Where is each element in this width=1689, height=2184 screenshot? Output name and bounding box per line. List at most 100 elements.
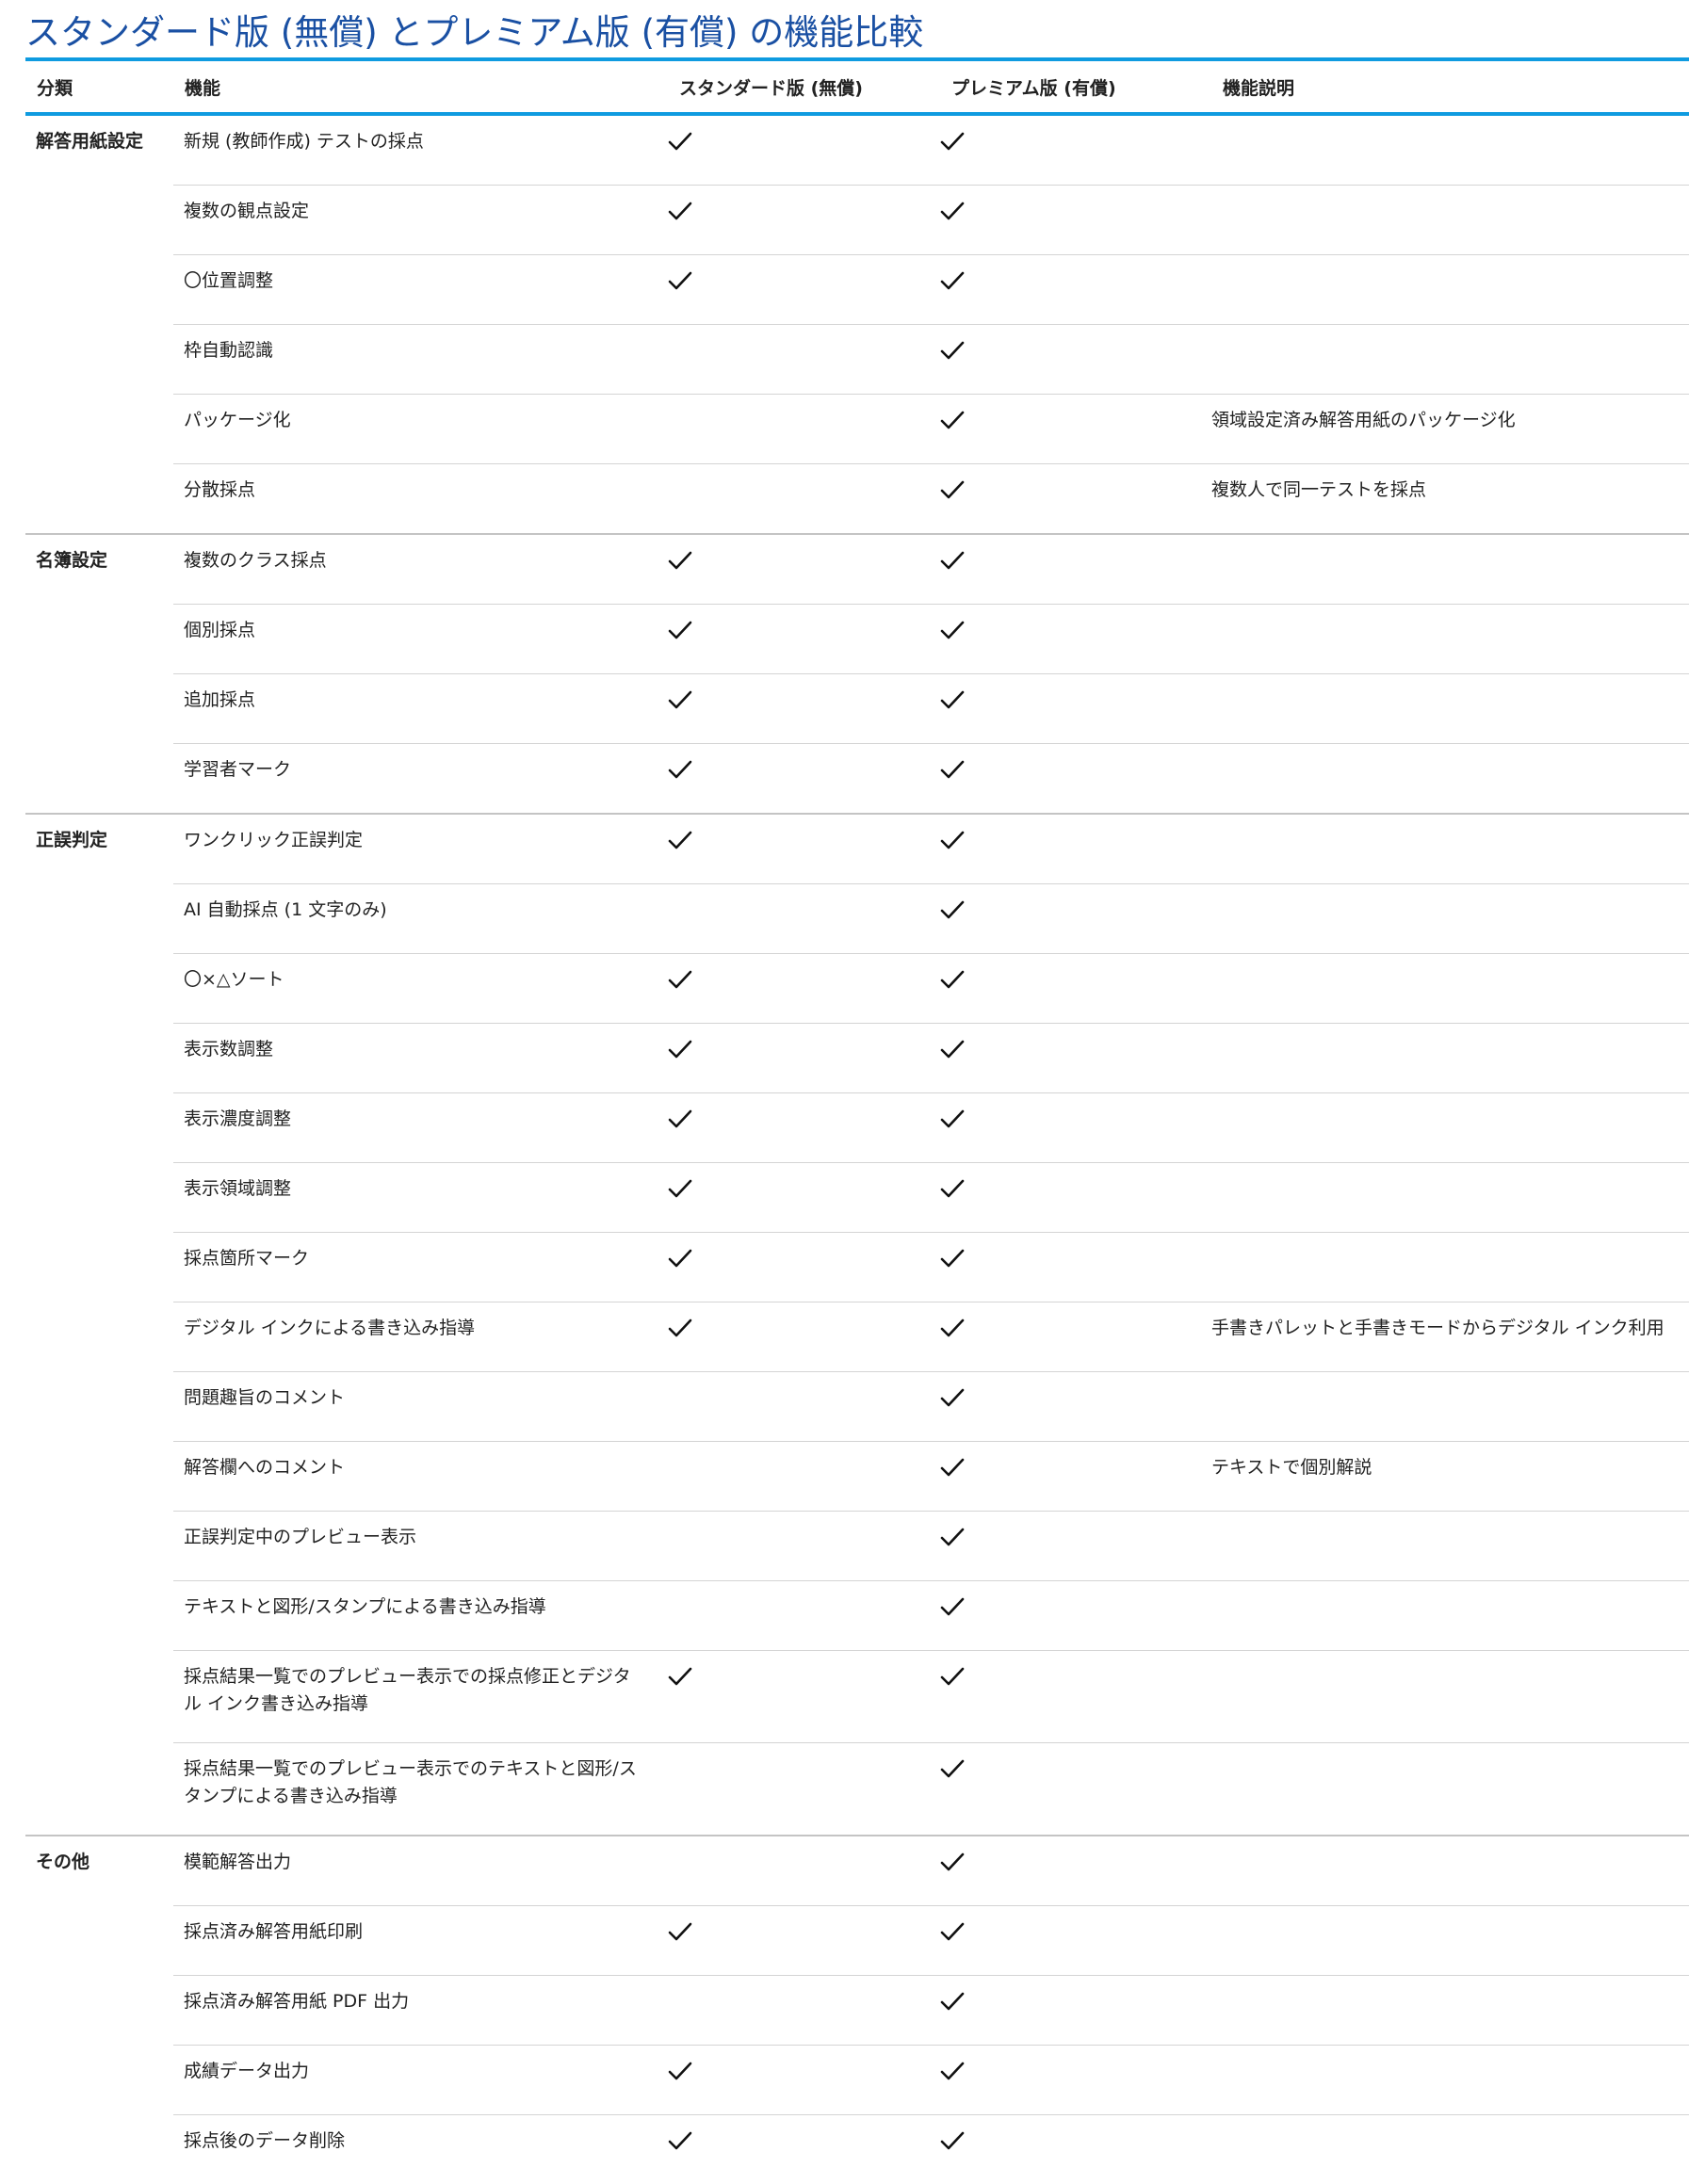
check-icon bbox=[940, 969, 965, 990]
standard-support-cell bbox=[668, 1442, 940, 1512]
column-header-category: 分類 bbox=[25, 59, 173, 114]
feature-description-cell bbox=[1211, 2046, 1689, 2115]
feature-name-cell: 模範解答出力 bbox=[173, 1836, 668, 1906]
premium-support-cell bbox=[940, 1512, 1211, 1581]
feature-description-cell bbox=[1211, 1976, 1689, 2046]
feature-name-cell: 問題趣旨のコメント bbox=[173, 1372, 668, 1442]
table-row: デジタル インクによる書き込み指導手書きパレットと手書きモードからデジタル イン… bbox=[25, 1302, 1689, 1372]
feature-name-cell: 成績データ出力 bbox=[173, 2046, 668, 2115]
check-icon bbox=[940, 899, 965, 920]
column-header-premium: プレミアム版 (有償) bbox=[940, 59, 1211, 114]
table-row: 〇×△ソート bbox=[25, 954, 1689, 1024]
premium-support-cell bbox=[940, 1024, 1211, 1093]
table-row: 学習者マーク bbox=[25, 744, 1689, 815]
header-row: 分類 機能 スタンダード版 (無償) プレミアム版 (有償) 機能説明 bbox=[25, 59, 1689, 114]
feature-name-cell: 分散採点 bbox=[173, 464, 668, 535]
standard-support-cell bbox=[668, 2115, 940, 2184]
table-header: 分類 機能 スタンダード版 (無償) プレミアム版 (有償) 機能説明 bbox=[25, 59, 1689, 114]
standard-support-cell bbox=[668, 1233, 940, 1302]
check-icon bbox=[668, 1666, 692, 1687]
standard-support-cell bbox=[668, 744, 940, 815]
column-header-standard: スタンダード版 (無償) bbox=[668, 59, 940, 114]
feature-name-cell: 採点後のデータ削除 bbox=[173, 2115, 668, 2184]
premium-support-cell bbox=[940, 2046, 1211, 2115]
standard-support-cell bbox=[668, 534, 940, 605]
premium-support-cell bbox=[940, 1372, 1211, 1442]
premium-support-cell bbox=[940, 1743, 1211, 1836]
premium-support-cell bbox=[940, 464, 1211, 535]
table-row: 表示領域調整 bbox=[25, 1163, 1689, 1233]
check-icon bbox=[940, 2061, 965, 2081]
feature-name-cell: 〇位置調整 bbox=[173, 255, 668, 325]
feature-description-cell: 複数人で同一テストを採点 bbox=[1211, 464, 1689, 535]
feature-description-cell bbox=[1211, 1743, 1689, 1836]
standard-support-cell bbox=[668, 114, 940, 186]
table-row: その他模範解答出力 bbox=[25, 1836, 1689, 1906]
feature-description-cell bbox=[1211, 114, 1689, 186]
check-icon bbox=[668, 2061, 692, 2081]
feature-name-cell: デジタル インクによる書き込み指導 bbox=[173, 1302, 668, 1372]
check-icon bbox=[940, 410, 965, 430]
check-icon bbox=[940, 759, 965, 780]
premium-support-cell bbox=[940, 2115, 1211, 2184]
feature-description-cell bbox=[1211, 954, 1689, 1024]
feature-description-cell: 領域設定済み解答用紙のパッケージ化 bbox=[1211, 395, 1689, 464]
premium-support-cell bbox=[940, 325, 1211, 395]
feature-name-cell: 採点箇所マーク bbox=[173, 1233, 668, 1302]
check-icon bbox=[668, 1921, 692, 1942]
check-icon bbox=[940, 340, 965, 361]
check-icon bbox=[940, 1318, 965, 1338]
check-icon bbox=[668, 131, 692, 152]
check-icon bbox=[940, 1178, 965, 1199]
feature-description-cell bbox=[1211, 255, 1689, 325]
page: スタンダード版 (無償) とプレミアム版 (有償) の機能比較 分類 機能 スタ… bbox=[0, 0, 1689, 2184]
feature-description-cell bbox=[1211, 534, 1689, 605]
feature-name-cell: 表示領域調整 bbox=[173, 1163, 668, 1233]
feature-name-cell: 正誤判定中のプレビュー表示 bbox=[173, 1512, 668, 1581]
check-icon bbox=[668, 550, 692, 571]
standard-support-cell bbox=[668, 186, 940, 255]
table-row: 〇位置調整 bbox=[25, 255, 1689, 325]
check-icon bbox=[940, 1457, 965, 1478]
table-row: 追加採点 bbox=[25, 674, 1689, 744]
check-icon bbox=[940, 550, 965, 571]
feature-description-cell bbox=[1211, 674, 1689, 744]
table-row: テキストと図形/スタンプによる書き込み指導 bbox=[25, 1581, 1689, 1651]
check-icon bbox=[940, 1991, 965, 2012]
standard-support-cell bbox=[668, 884, 940, 954]
check-icon bbox=[940, 1852, 965, 1872]
check-icon bbox=[940, 1596, 965, 1617]
premium-support-cell bbox=[940, 1581, 1211, 1651]
feature-name-cell: 表示濃度調整 bbox=[173, 1093, 668, 1163]
column-header-description: 機能説明 bbox=[1211, 59, 1689, 114]
category-cell: その他 bbox=[25, 1836, 173, 2184]
feature-description-cell bbox=[1211, 2115, 1689, 2184]
standard-support-cell bbox=[668, 1163, 940, 1233]
check-icon bbox=[940, 1108, 965, 1129]
feature-name-cell: 採点済み解答用紙 PDF 出力 bbox=[173, 1976, 668, 2046]
standard-support-cell bbox=[668, 395, 940, 464]
table-row: 採点済み解答用紙 PDF 出力 bbox=[25, 1976, 1689, 2046]
feature-description-cell bbox=[1211, 325, 1689, 395]
premium-support-cell bbox=[940, 1651, 1211, 1743]
standard-support-cell bbox=[668, 1512, 940, 1581]
premium-support-cell bbox=[940, 395, 1211, 464]
standard-support-cell bbox=[668, 605, 940, 674]
check-icon bbox=[940, 1527, 965, 1547]
premium-support-cell bbox=[940, 1906, 1211, 1976]
table-row: 採点結果一覧でのプレビュー表示でのテキストと図形/スタンプによる書き込み指導 bbox=[25, 1743, 1689, 1836]
table-row: 採点済み解答用紙印刷 bbox=[25, 1906, 1689, 1976]
check-icon bbox=[940, 620, 965, 640]
table-row: 解答欄へのコメントテキストで個別解説 bbox=[25, 1442, 1689, 1512]
standard-support-cell bbox=[668, 255, 940, 325]
feature-name-cell: 複数の観点設定 bbox=[173, 186, 668, 255]
table-row: 枠自動認識 bbox=[25, 325, 1689, 395]
feature-name-cell: 新規 (教師作成) テストの採点 bbox=[173, 114, 668, 186]
feature-description-cell bbox=[1211, 884, 1689, 954]
standard-support-cell bbox=[668, 1743, 940, 1836]
standard-support-cell bbox=[668, 1093, 940, 1163]
standard-support-cell bbox=[668, 954, 940, 1024]
standard-support-cell bbox=[668, 1372, 940, 1442]
premium-support-cell bbox=[940, 954, 1211, 1024]
check-icon bbox=[668, 1039, 692, 1060]
